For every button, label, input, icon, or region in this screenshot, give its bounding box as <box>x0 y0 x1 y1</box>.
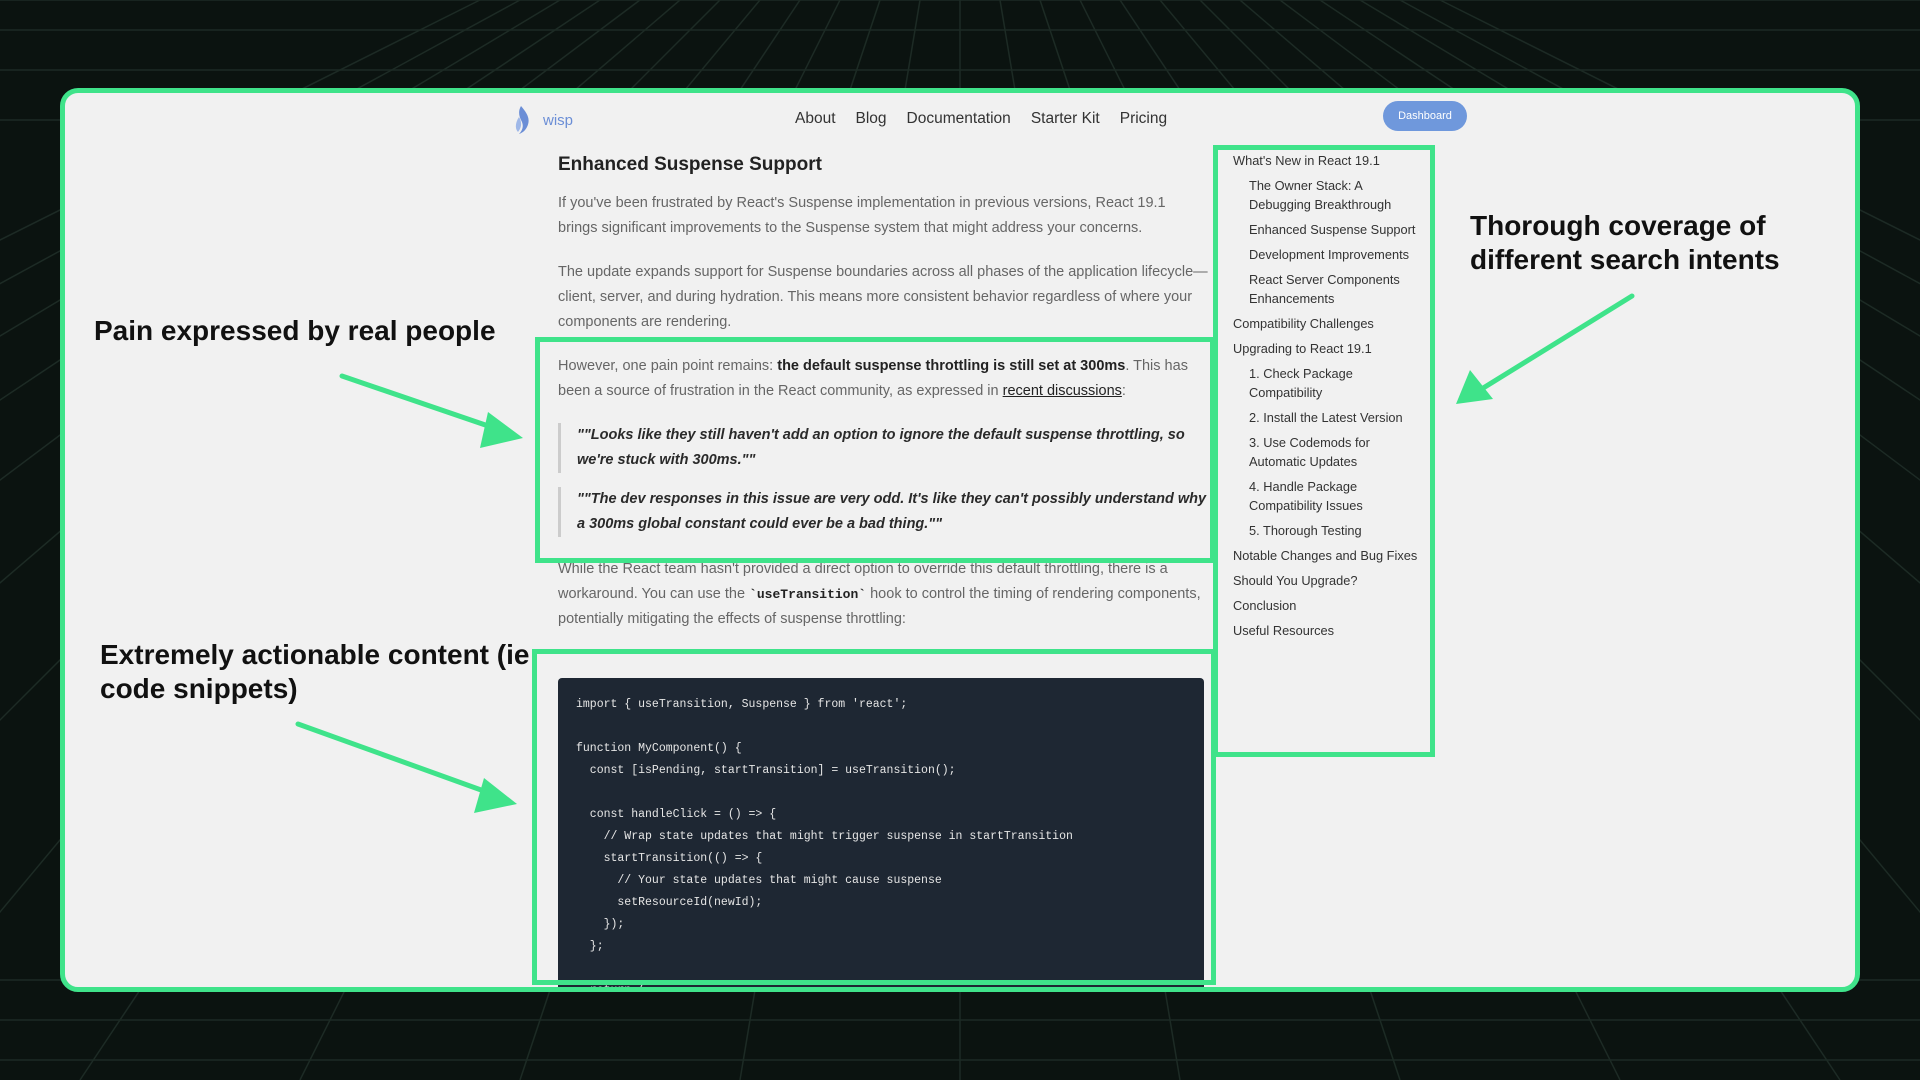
nav-link-about[interactable]: About <box>795 110 836 128</box>
logo[interactable]: wisp <box>513 105 573 135</box>
paragraph: The update expands support for Suspense … <box>558 264 1208 330</box>
toc-item[interactable]: 3. Use Codemods for Automatic Updates <box>1233 433 1423 471</box>
blockquote: ""Looks like they still haven't add an o… <box>558 423 1208 473</box>
annotation-pain: Pain expressed by real people <box>94 315 496 346</box>
logo-text: wisp <box>543 111 574 129</box>
recent-discussions-link[interactable]: recent discussions <box>1003 383 1122 399</box>
navbar: wisp About Blog Documentation Starter Ki… <box>65 93 1855 149</box>
nav-link-pricing[interactable]: Pricing <box>1120 110 1167 128</box>
toc-item[interactable]: The Owner Stack: A Debugging Breakthroug… <box>1233 176 1423 214</box>
toc-item[interactable]: 2. Install the Latest Version <box>1233 408 1423 427</box>
inline-code: `useTransition` <box>749 587 867 602</box>
toc-item[interactable]: 4. Handle Package Compatibility Issues <box>1233 477 1423 515</box>
toc-item[interactable]: Development Improvements <box>1233 245 1423 264</box>
nav-links: About Blog Documentation Starter Kit Pri… <box>795 110 1167 128</box>
toc-item[interactable]: 5. Thorough Testing <box>1233 521 1423 540</box>
blockquote: ""The dev responses in this issue are ve… <box>558 487 1208 537</box>
text: However, one pain point remains: <box>558 358 778 374</box>
toc-item[interactable]: Enhanced Suspense Support <box>1233 220 1423 239</box>
nav-link-starter-kit[interactable]: Starter Kit <box>1031 110 1100 128</box>
toc-item[interactable]: 1. Check Package Compatibility <box>1233 364 1423 402</box>
nav-link-documentation[interactable]: Documentation <box>907 110 1011 128</box>
wisp-flame-icon <box>515 106 529 134</box>
annotation-coverage: Thorough coverage of different search in… <box>1470 210 1780 275</box>
annotation-actionable: Extremely actionable content (ie code sn… <box>100 639 530 704</box>
toc-item[interactable]: Notable Changes and Bug Fixes <box>1233 546 1423 565</box>
toc-item[interactable]: What's New in React 19.1 <box>1233 151 1423 170</box>
code-snippet[interactable]: import { useTransition, Suspense } from … <box>558 678 1204 987</box>
text: : <box>1121 383 1126 399</box>
table-of-contents: What's New in React 19.1 The Owner Stack:… <box>1233 151 1423 646</box>
paragraph: If you've been frustrated by React's Sus… <box>558 195 1166 236</box>
toc-item[interactable]: Compatibility Challenges <box>1233 314 1423 333</box>
paragraph-pain-point: However, one pain point remains: the def… <box>558 354 1208 404</box>
dashboard-button[interactable]: Dashboard <box>1383 101 1467 131</box>
paragraph-workaround: While the React team hasn't provided a d… <box>558 557 1208 632</box>
bold-text: the default suspense throttling is still… <box>777 358 1126 374</box>
toc-item[interactable]: Conclusion <box>1233 596 1423 615</box>
toc-item[interactable]: React Server Components Enhancements <box>1233 270 1423 308</box>
section-heading: Enhanced Suspense Support <box>558 154 822 175</box>
toc-item[interactable]: Should You Upgrade? <box>1233 571 1423 590</box>
toc-item[interactable]: Upgrading to React 19.1 <box>1233 339 1423 358</box>
nav-link-blog[interactable]: Blog <box>856 110 887 128</box>
toc-item[interactable]: Useful Resources <box>1233 621 1423 640</box>
article-body: Enhanced Suspense Support If you've been… <box>558 151 1208 651</box>
